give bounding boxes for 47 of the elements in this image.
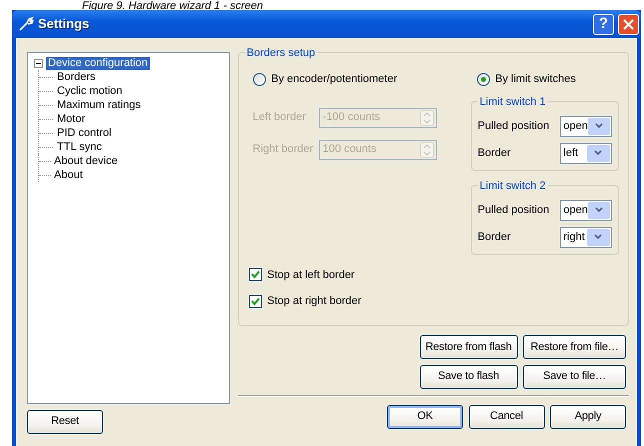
dropdown[interactable]: open <box>560 200 612 220</box>
checkbox-label[interactable]: Stop at right border <box>267 293 362 310</box>
tree-item[interactable]: Cyclic motion <box>55 84 124 98</box>
radio-label[interactable]: By limit switches <box>495 71 576 88</box>
checkbox-label[interactable]: Stop at left border <box>267 266 355 283</box>
window-title: Settings <box>38 15 90 34</box>
select-label: Border <box>478 146 512 161</box>
checkbox[interactable] <box>248 268 262 282</box>
radio-button[interactable] <box>252 72 266 86</box>
chevron-down-icon <box>594 234 602 240</box>
flash-button[interactable]: Restore from flash <box>420 335 518 359</box>
select-label: Border <box>478 230 512 245</box>
field-label: Left border <box>252 110 307 126</box>
reset-button[interactable]: Reset <box>27 410 103 434</box>
tree-item[interactable]: Device configuration <box>46 56 150 70</box>
dialog-button[interactable]: Apply <box>550 404 626 428</box>
group-title: Borders setup <box>244 45 318 62</box>
load-button[interactable]: Save to file… <box>523 364 626 388</box>
tree-item[interactable]: About device <box>52 154 120 168</box>
tree-item[interactable]: Borders <box>55 70 98 84</box>
flash-button[interactable]: Save to flash <box>420 364 518 388</box>
dropdown[interactable]: open <box>560 116 612 136</box>
dropdown[interactable]: left <box>560 142 612 164</box>
field-label: Right border <box>252 142 314 158</box>
collapse-icon[interactable] <box>34 58 43 68</box>
dialog-button[interactable]: OK <box>387 404 463 428</box>
tree-item[interactable]: Motor <box>55 112 88 126</box>
close-icon <box>623 18 634 30</box>
radio-label[interactable]: By encoder/potentiometer <box>271 71 398 88</box>
chevron-down-icon <box>594 150 602 156</box>
radio-button[interactable] <box>476 72 490 86</box>
chevron-down-icon <box>594 207 603 213</box>
figure-caption: Figure 9. Hardware wizard 1 - screen <box>82 1 263 12</box>
wrench-icon <box>18 16 34 32</box>
tree-item[interactable]: Maximum ratings <box>55 98 143 112</box>
dialog-button[interactable]: Cancel <box>468 404 544 428</box>
select-label: Pulled position <box>478 202 550 218</box>
tree-item[interactable]: TTL sync <box>55 140 104 154</box>
tree-item[interactable]: About <box>52 168 85 182</box>
tree-item[interactable]: PID control <box>55 126 114 140</box>
chevron-down-icon <box>594 123 603 129</box>
select-label: Pulled position <box>478 118 550 134</box>
help-button[interactable]: ? <box>593 14 614 34</box>
checkbox[interactable] <box>248 294 262 308</box>
load-button[interactable]: Restore from file… <box>523 335 626 359</box>
dropdown[interactable]: right <box>560 226 612 248</box>
close-button[interactable] <box>618 14 639 34</box>
